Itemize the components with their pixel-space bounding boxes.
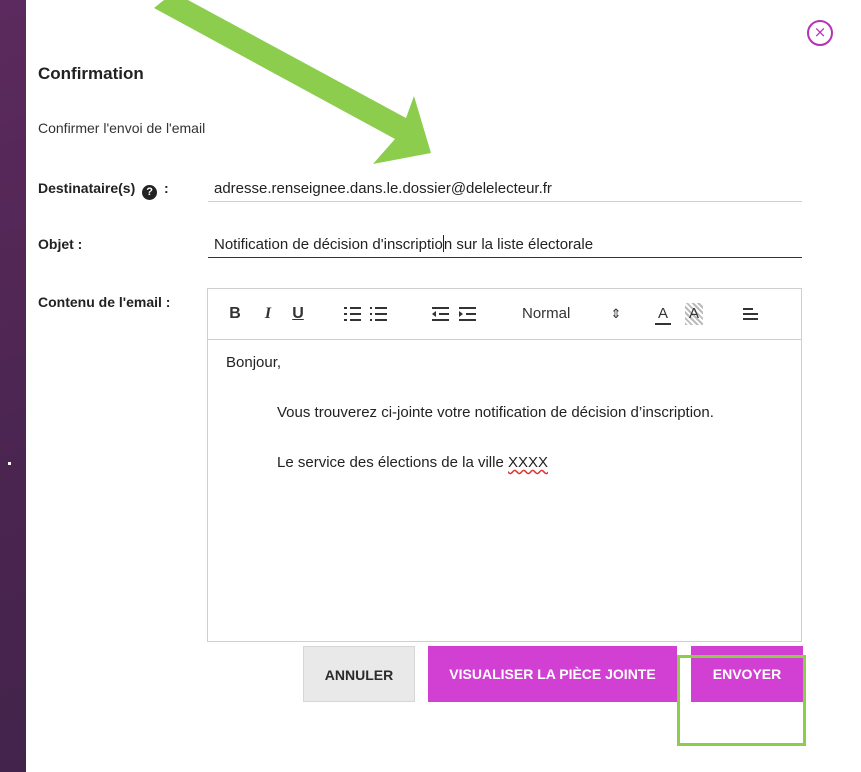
italic-icon[interactable]: I	[261, 303, 275, 325]
recipients-label-text: Destinataire(s)	[38, 180, 136, 196]
email-editor[interactable]: B I U Normal ⇕ A A Bonjour, Vous trouver…	[207, 288, 802, 642]
subject-value-end: n sur la liste électorale	[443, 236, 594, 253]
editor-toolbar: B I U Normal ⇕ A A	[208, 289, 801, 340]
confirmation-dialog: × Confirmation Confirmer l'envoi de l'em…	[26, 0, 861, 772]
background-color-icon[interactable]: A	[685, 303, 703, 325]
subject-value-start: Notification de décision d'inscriptio	[214, 236, 443, 253]
content-label: Contenu de l'email :	[38, 294, 171, 310]
email-greeting: Bonjour,	[226, 354, 282, 371]
font-color-icon[interactable]: A	[655, 303, 671, 325]
help-icon[interactable]: ?	[142, 185, 158, 200]
recipients-label: Destinataire(s) ? :	[38, 180, 169, 200]
cancel-button[interactable]: ANNULER	[303, 646, 415, 702]
bold-icon[interactable]: B	[228, 303, 242, 325]
indent-icon[interactable]	[459, 303, 477, 325]
close-icon[interactable]: ×	[807, 20, 833, 46]
subject-field[interactable]: Notification de décision d'inscription s…	[208, 234, 802, 258]
email-line-2-text: Le service des élections de la ville	[277, 454, 508, 471]
format-select[interactable]: Normal	[522, 303, 574, 325]
dialog-subtitle: Confirmer l'envoi de l'email	[38, 120, 206, 136]
outdent-icon[interactable]	[432, 303, 450, 325]
recipients-field[interactable]: adresse.renseignee.dans.le.dossier@delel…	[208, 178, 802, 202]
underline-icon[interactable]: U	[291, 303, 305, 325]
city-placeholder: XXXX	[507, 454, 548, 471]
align-icon[interactable]	[743, 303, 759, 325]
bullet-list-icon[interactable]	[370, 303, 388, 325]
email-line-1: Vous trouverez ci-jointe votre notificat…	[277, 404, 714, 421]
preview-attachment-button[interactable]: VISUALISER LA PIÈCE JOINTE	[428, 646, 677, 702]
recipients-label-colon: :	[164, 180, 169, 196]
ordered-list-icon[interactable]	[344, 303, 362, 325]
recipients-value: adresse.renseignee.dans.le.dossier@delel…	[214, 180, 552, 197]
select-arrows-icon[interactable]: ⇕	[610, 303, 622, 325]
email-content[interactable]: Bonjour, Vous trouverez ci-jointe votre …	[208, 340, 801, 471]
subject-label: Objet :	[38, 236, 83, 252]
background-dot	[8, 462, 11, 465]
email-line-2: Le service des élections de la ville XXX…	[226, 454, 801, 471]
send-button[interactable]: ENVOYER	[691, 646, 803, 702]
dialog-title: Confirmation	[38, 64, 144, 83]
